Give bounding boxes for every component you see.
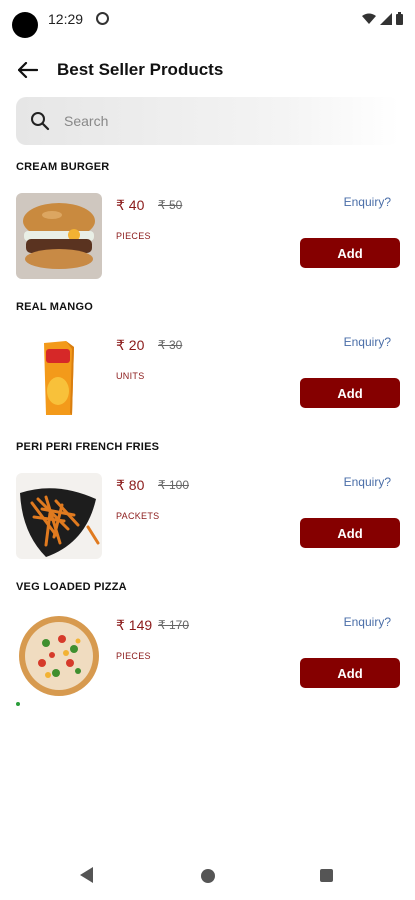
- enquiry-link[interactable]: Enquiry?: [344, 335, 391, 349]
- arrow-left-icon: [18, 62, 38, 78]
- pizza-image: [16, 613, 102, 699]
- product-mrp: ₹ 100: [158, 478, 189, 492]
- product-name: PERI PERI FRENCH FRIES: [16, 441, 160, 453]
- product-price: ₹ 149: [116, 617, 153, 633]
- camera-cutout: [12, 12, 38, 38]
- search-icon: [31, 112, 50, 131]
- add-button[interactable]: Add: [300, 378, 400, 408]
- enquiry-link[interactable]: Enquiry?: [344, 195, 391, 209]
- system-navigation-bar: [0, 855, 415, 900]
- wifi-icon: [362, 13, 376, 24]
- status-icons: [362, 12, 403, 25]
- product-unit: PACKETS: [116, 511, 160, 521]
- nav-recents-icon[interactable]: [320, 869, 333, 882]
- battery-icon: [396, 12, 403, 25]
- veg-indicator-dot: [16, 702, 20, 706]
- product-mrp: ₹ 50: [158, 198, 183, 212]
- add-button[interactable]: Add: [300, 238, 400, 268]
- back-button[interactable]: [14, 56, 42, 84]
- product-name: CREAM BURGER: [16, 161, 110, 173]
- product-card: VEG LOADED PIZZA ₹ 149 ₹ 170 PIECES Enqu…: [0, 581, 415, 721]
- add-button[interactable]: Add: [300, 658, 400, 688]
- app-bar: Best Seller Products: [0, 52, 415, 88]
- mango-juice-image: [16, 333, 102, 419]
- product-price: ₹ 20: [116, 337, 145, 353]
- product-mrp: ₹ 170: [158, 618, 189, 632]
- product-mrp: ₹ 30: [158, 338, 183, 352]
- product-unit: UNITS: [116, 371, 145, 381]
- product-unit: PIECES: [116, 651, 151, 661]
- nav-back-icon[interactable]: [80, 867, 94, 883]
- add-button[interactable]: Add: [300, 518, 400, 548]
- product-card: PERI PERI FRENCH FRIES ₹ 80 ₹ 100 PACKET…: [0, 441, 415, 581]
- notification-icon: [96, 12, 109, 25]
- product-price: ₹ 80: [116, 477, 145, 493]
- status-bar: 12:29: [0, 0, 415, 40]
- enquiry-link[interactable]: Enquiry?: [344, 615, 391, 629]
- search-bar[interactable]: [16, 97, 399, 145]
- page-title: Best Seller Products: [57, 60, 224, 79]
- signal-icon: [380, 12, 392, 25]
- product-card: REAL MANGO ₹ 20 ₹ 30 UNITS Enquiry? Add: [0, 301, 415, 441]
- burger-image: [16, 193, 102, 279]
- nav-home-icon[interactable]: [201, 869, 215, 883]
- product-price: ₹ 40: [116, 197, 145, 213]
- product-name: REAL MANGO: [16, 301, 93, 313]
- product-name: VEG LOADED PIZZA: [16, 581, 127, 593]
- product-card: CREAM BURGER ₹ 40 ₹ 50 PIECES Enquiry? A…: [0, 161, 415, 301]
- fries-image: [16, 473, 102, 559]
- enquiry-link[interactable]: Enquiry?: [344, 475, 391, 489]
- product-unit: PIECES: [116, 231, 151, 241]
- search-input[interactable]: [64, 109, 364, 133]
- status-time: 12:29: [48, 11, 84, 27]
